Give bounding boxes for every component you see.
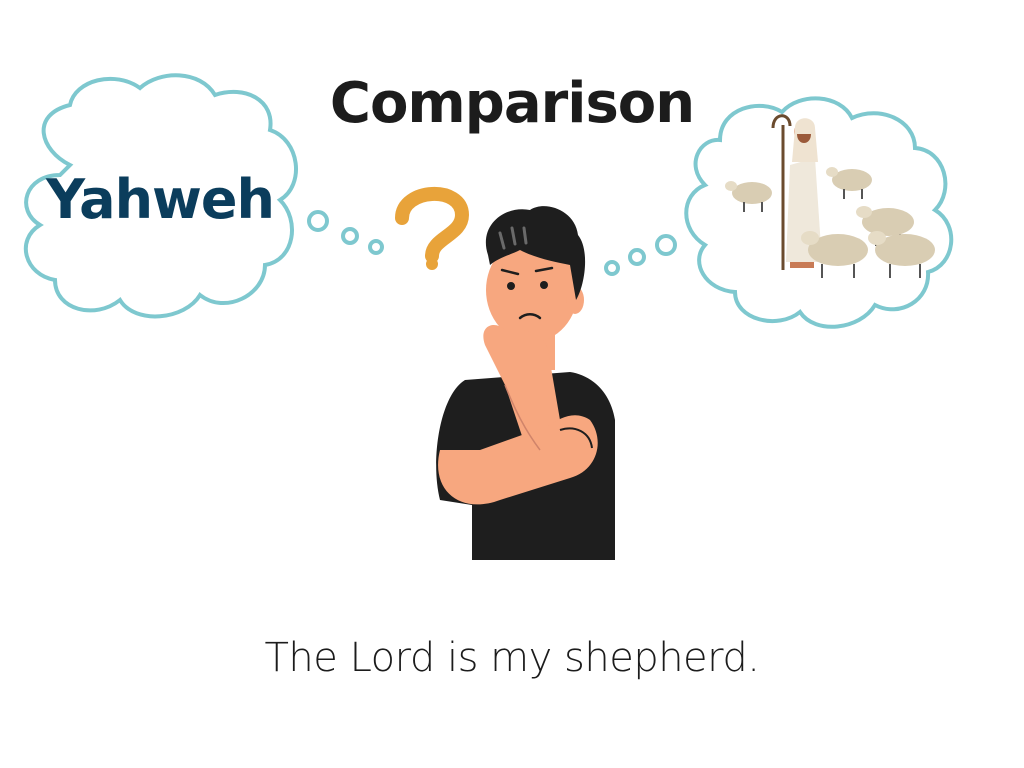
slide-title: Comparison <box>329 71 695 136</box>
thinking-man-icon <box>436 206 615 560</box>
left-thought-text: Yahweh <box>46 168 275 231</box>
slide-caption: The Lord is my shepherd. <box>264 635 760 681</box>
question-mark-icon <box>395 186 470 270</box>
